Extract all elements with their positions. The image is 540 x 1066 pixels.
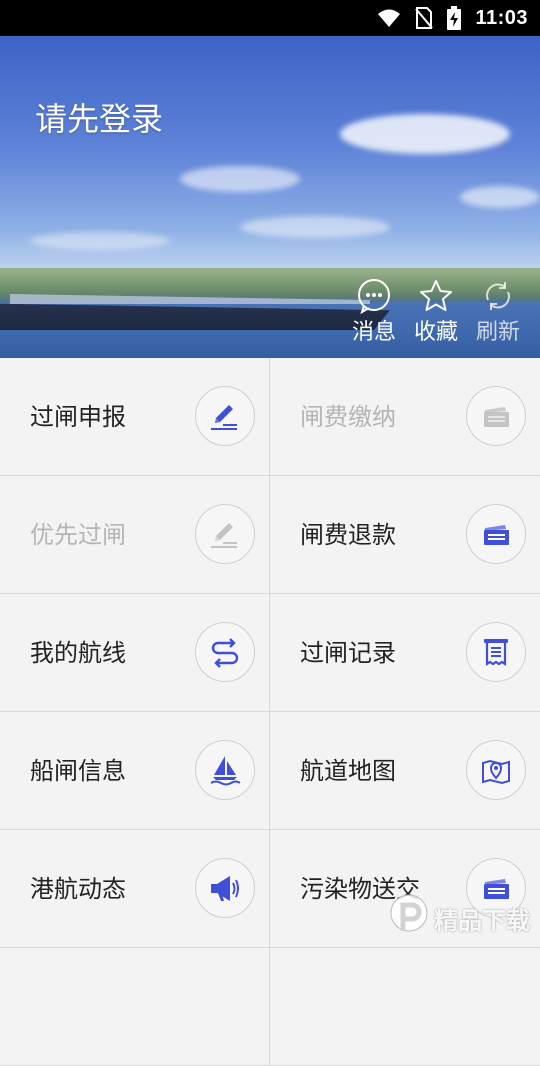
refresh-button[interactable]: 刷新 — [474, 278, 522, 346]
ticket-icon — [466, 504, 526, 564]
menu-item-port-news[interactable]: 港航动态 — [0, 830, 270, 948]
refresh-label: 刷新 — [475, 320, 520, 345]
messages-label: 消息 — [351, 320, 396, 345]
receipt-icon — [466, 622, 526, 682]
menu-grid: 过闸申报 闸费缴纳 优先过闸 闸费退款 我的航线 过闸记录 船闸信息 航道地图 … — [0, 358, 540, 1066]
menu-item-lock-info[interactable]: 船闸信息 — [0, 712, 270, 830]
header-actions: 消息 收藏 刷新 — [350, 278, 522, 346]
menu-item-label: 船闸信息 — [30, 757, 126, 785]
sailboat-icon — [195, 740, 255, 800]
no-sim-icon — [415, 7, 434, 29]
menu-item-label: 过闸申报 — [30, 403, 126, 431]
edit-icon — [195, 504, 255, 564]
header-banner: 请先登录 消息 收藏 刷新 — [0, 36, 540, 358]
map-icon — [466, 740, 526, 800]
message-icon — [358, 279, 390, 314]
ticket-icon — [466, 386, 526, 446]
menu-item-empty — [0, 948, 270, 1066]
watermark: 精品下载 — [388, 882, 538, 954]
menu-item-label: 闸费缴纳 — [300, 403, 396, 431]
messages-button[interactable]: 消息 — [350, 278, 398, 346]
wifi-icon — [377, 8, 401, 28]
battery-charging-icon — [447, 6, 462, 30]
star-icon — [420, 280, 452, 311]
menu-item-label: 过闸记录 — [300, 639, 396, 667]
favorites-button[interactable]: 收藏 — [412, 278, 460, 346]
cloud-decoration — [180, 166, 300, 192]
menu-item-waterway-map[interactable]: 航道地图 — [270, 712, 540, 830]
menu-item-label: 港航动态 — [30, 875, 126, 903]
cloud-decoration — [460, 186, 540, 208]
route-icon — [195, 622, 255, 682]
menu-item-my-routes[interactable]: 我的航线 — [0, 594, 270, 712]
clock: 11:03 — [475, 6, 528, 29]
favorites-label: 收藏 — [413, 320, 458, 345]
watermark-logo-icon — [390, 894, 428, 932]
menu-item-empty — [270, 948, 540, 1066]
login-prompt[interactable]: 请先登录 — [35, 94, 163, 140]
menu-item-label: 优先过闸 — [30, 521, 126, 549]
status-bar: 11:03 — [0, 0, 540, 36]
megaphone-icon — [195, 858, 255, 918]
watermark-text: 精品下载 — [434, 906, 530, 935]
menu-item-fee-payment[interactable]: 闸费缴纳 — [270, 358, 540, 476]
menu-item-passage-records[interactable]: 过闸记录 — [270, 594, 540, 712]
menu-item-lock-declaration[interactable]: 过闸申报 — [0, 358, 270, 476]
cloud-decoration — [340, 114, 510, 154]
menu-item-label: 航道地图 — [300, 757, 396, 785]
cloud-decoration — [30, 232, 170, 250]
edit-icon — [195, 386, 255, 446]
menu-item-label: 我的航线 — [30, 639, 126, 667]
menu-item-fee-refund[interactable]: 闸费退款 — [270, 476, 540, 594]
refresh-icon — [486, 282, 510, 310]
menu-item-label: 闸费退款 — [300, 521, 396, 549]
cloud-decoration — [240, 216, 390, 238]
menu-item-priority-passage[interactable]: 优先过闸 — [0, 476, 270, 594]
